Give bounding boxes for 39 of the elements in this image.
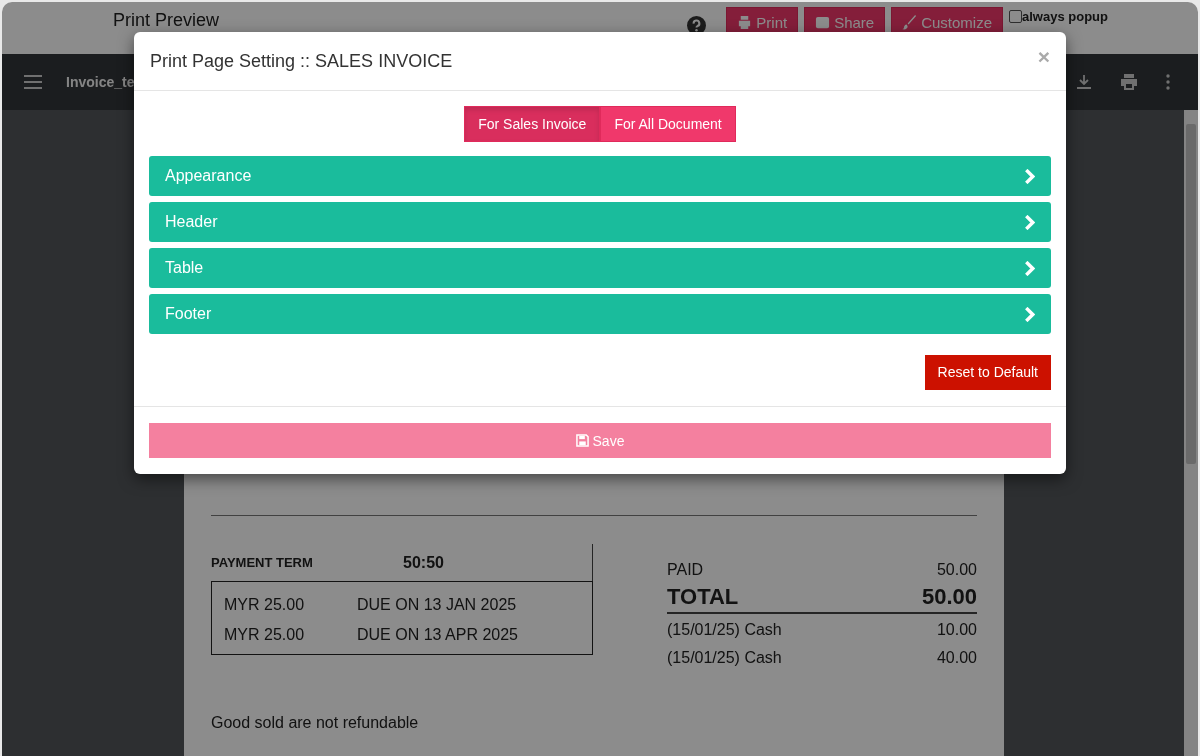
more-icon[interactable] xyxy=(1166,74,1170,90)
summary-amount: 50.00 xyxy=(936,561,977,579)
file-name: Invoice_te xyxy=(66,74,135,90)
download-icon[interactable] xyxy=(1076,74,1092,90)
accordion-header[interactable]: Appearance xyxy=(149,156,1051,196)
accordion-header[interactable]: Footer xyxy=(149,294,1051,334)
chevron-right-icon xyxy=(1024,260,1035,276)
dialog-title: Print Page Setting :: SALES INVOICE xyxy=(150,50,453,72)
save-button[interactable]: Save xyxy=(149,423,1051,458)
amount-text: MYR 25.00 xyxy=(224,626,306,644)
due-date-text: DUE ON 13 JAN 2025 xyxy=(357,596,517,614)
chevron-right-icon xyxy=(1024,214,1035,230)
total-label: TOTAL xyxy=(667,584,739,610)
tab[interactable]: For All Document xyxy=(600,106,736,142)
tab[interactable]: For Sales Invoice xyxy=(464,106,601,142)
checkbox[interactable] xyxy=(1009,10,1023,23)
payment-ratio: 50:50 xyxy=(403,553,444,572)
section-label: PAYMENT TERM xyxy=(211,555,314,570)
menu-icon[interactable] xyxy=(24,75,42,89)
summary-amount: 10.00 xyxy=(936,621,977,639)
summary-label: (15/01/25) Cash xyxy=(667,649,782,667)
summary-label: (15/01/25) Cash xyxy=(667,621,782,639)
accordion-header[interactable]: Header xyxy=(149,202,1051,242)
checkbox-label: always popup xyxy=(1022,9,1108,24)
accordion-header[interactable]: Table xyxy=(149,248,1051,288)
total-amount: 50.00 xyxy=(921,584,977,610)
chevron-right-icon xyxy=(1024,306,1035,322)
close-button[interactable]: × xyxy=(1037,45,1050,69)
amount-text: MYR 25.00 xyxy=(224,596,306,614)
chevron-right-icon xyxy=(1024,168,1035,184)
summary-label: PAID xyxy=(667,561,704,579)
page-title: Print Preview xyxy=(113,10,220,30)
printer-icon[interactable] xyxy=(1120,74,1138,90)
brush-icon xyxy=(902,15,918,30)
footer-note: Good sold are not refundable xyxy=(211,714,420,732)
due-date-text: DUE ON 13 APR 2025 xyxy=(357,626,518,644)
summary-amount: 40.00 xyxy=(936,649,977,667)
reset-button[interactable]: Reset to Default xyxy=(924,355,1051,390)
printer-icon xyxy=(737,15,753,30)
